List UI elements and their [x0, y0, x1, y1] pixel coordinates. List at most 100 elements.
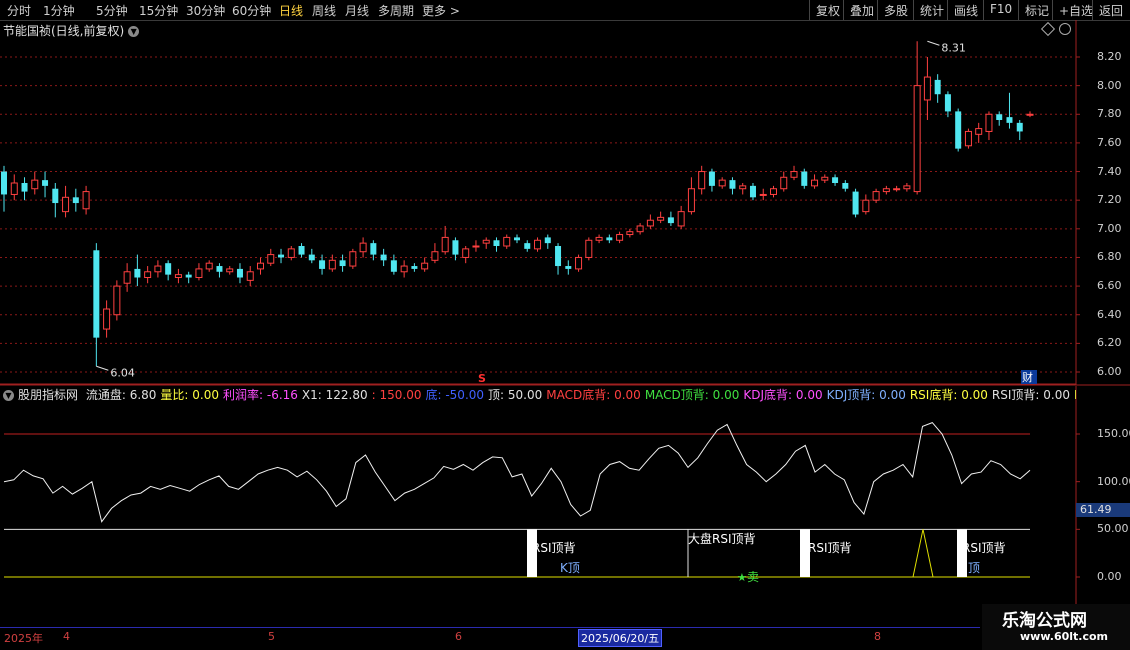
candle-body-up	[821, 176, 829, 181]
indicator-field: 流通盘: 6.80	[85, 388, 157, 402]
price-tick-label: 7.80	[1097, 107, 1122, 121]
candle-body-up	[462, 248, 470, 258]
candle-body-down	[1016, 122, 1023, 132]
candle-body-up	[103, 308, 111, 330]
candle-body-up	[862, 199, 870, 213]
high-pointer	[927, 40, 940, 46]
indicator-field: MACD顶背: 0.00	[644, 388, 740, 402]
candle-body-up	[226, 268, 234, 273]
price-annotations: 8.31 6.04 S 财	[96, 40, 1037, 385]
indicator-name[interactable]: 股朋指标网	[18, 388, 78, 402]
site-logo: 乐淘公式网 www.60lt.com	[982, 604, 1130, 650]
finance-marker: 财	[1022, 370, 1033, 384]
candle-body-down	[411, 266, 418, 269]
candle-body-up	[780, 176, 788, 190]
candle-body-down	[842, 183, 849, 189]
candle-body-up	[144, 271, 152, 279]
candle-body-up	[246, 271, 254, 281]
low-price-label: 6.04	[110, 366, 135, 379]
candle-body-up	[964, 130, 972, 147]
candle-body-down	[493, 240, 500, 246]
date-month-4: 4	[63, 630, 70, 643]
candle-body-up	[195, 268, 203, 278]
candle-body-up	[267, 254, 275, 264]
gear-icon[interactable]	[1059, 23, 1071, 35]
indicator-field: RSI底背: 0.00	[909, 388, 988, 402]
candle-body-up	[811, 179, 819, 187]
candle-body-up	[154, 265, 162, 273]
candle-body-down	[380, 254, 387, 261]
candle-body-down	[852, 191, 859, 215]
indicator-field: KDJ顶背: 0.00	[826, 388, 906, 402]
candle-body-up	[205, 262, 213, 270]
candle-body-up	[646, 219, 654, 227]
price-tick-label: 7.40	[1097, 164, 1122, 178]
candle-body-up	[975, 128, 983, 135]
candle-body-up	[790, 171, 798, 178]
indicator-field: X1: 122.80	[301, 388, 368, 402]
date-cursor: 2025/06/20/五	[578, 629, 663, 647]
candle-body-down	[565, 266, 572, 269]
candle-body-down	[185, 274, 192, 278]
candle-body-up	[585, 239, 593, 258]
candle-body-down	[832, 177, 839, 183]
candle-body-up	[123, 271, 131, 284]
candle-body-up	[913, 85, 921, 193]
candle-body-up	[657, 216, 665, 221]
candle-body-up	[923, 76, 931, 101]
candle-body-down	[708, 171, 715, 186]
price-tick-label: 6.20	[1097, 336, 1122, 350]
indicator-field: : 150.00	[371, 388, 422, 402]
signal-spike	[912, 529, 934, 578]
price-tick-label: 6.80	[1097, 250, 1122, 264]
candle-body-down	[1006, 117, 1013, 123]
candle-body-down	[955, 111, 962, 149]
candle-body-up	[472, 245, 480, 248]
x1-oscillator-line	[3, 422, 1031, 523]
candle-body-up	[441, 236, 449, 253]
candle-body-down	[749, 185, 756, 198]
candle-body-up	[503, 236, 511, 247]
date-axis: 2025年 4 5 6 2025/06/20/五 8	[0, 627, 980, 647]
candle-body-down	[524, 243, 531, 249]
candle-body-up	[349, 251, 357, 267]
indicator-field: MMTT: 0.0	[1074, 388, 1076, 402]
price-tick-label: 7.20	[1097, 193, 1122, 207]
price-tick-label: 7.00	[1097, 221, 1122, 235]
date-year: 2025年	[4, 632, 43, 645]
indicator-field: 利润率: -6.16	[223, 388, 298, 402]
indicator-tick-label: 100.00	[1097, 474, 1130, 488]
price-tick-label: 6.60	[1097, 279, 1122, 293]
candle-body-up	[595, 236, 603, 241]
candle-body-down	[308, 254, 315, 261]
indicator-field: KDJ底背: 0.00	[743, 388, 823, 402]
chevron-down-icon[interactable]: ▼	[3, 390, 14, 401]
candle-body-down	[390, 260, 397, 272]
price-tick-label: 6.00	[1097, 365, 1122, 378]
candle-body-up	[616, 234, 624, 241]
candle-body-down	[370, 243, 377, 255]
candle-body-up	[1026, 113, 1034, 116]
candle-body-down	[298, 246, 305, 255]
signal-label: K顶	[560, 561, 580, 575]
candle-body-down	[165, 263, 172, 275]
signal-label: 卖	[747, 570, 759, 584]
candle-body-up	[872, 191, 880, 201]
candle-body-up	[985, 113, 993, 132]
current-value-tag: 61.49	[1076, 503, 1130, 517]
indicator-field: RSI顶背: 0.00	[991, 388, 1070, 402]
candle-body-up	[718, 179, 726, 187]
candle-body-up	[759, 193, 767, 196]
signal-label: RSI顶背	[808, 541, 852, 555]
candle-body-up	[10, 182, 18, 195]
candle-body-down	[134, 268, 141, 278]
candle-body-up	[328, 259, 336, 270]
candle-body-down	[72, 197, 79, 204]
candle-body-up	[626, 231, 634, 236]
sell-marker: S	[478, 372, 486, 385]
candle-body-down	[236, 268, 243, 278]
candle-body-up	[482, 239, 490, 244]
candle-body-up	[893, 188, 901, 191]
kline-chart[interactable]: 8.31 6.04 S 财 RSI顶背 K顶 大盘RSI顶背卖 RSI顶背 RSI顶背顶 ★	[0, 0, 1130, 650]
candle-body-down	[944, 94, 951, 112]
